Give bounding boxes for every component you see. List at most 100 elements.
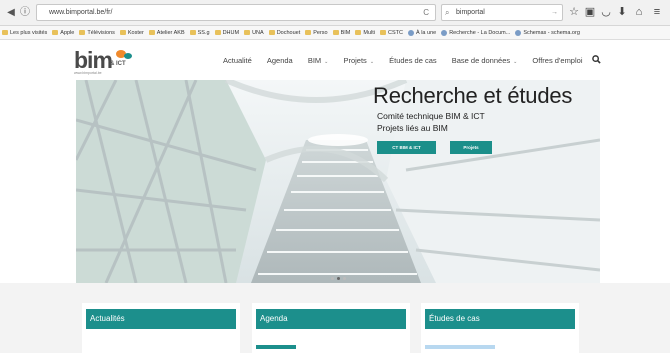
bookmark-label: Koster	[127, 30, 144, 36]
globe-icon	[408, 29, 414, 36]
card-etudes-heading[interactable]: Études de cas	[425, 309, 575, 329]
bookmark-label: Atelier AKB	[156, 30, 185, 36]
site-logo[interactable]: bim & ICT www.bimportal.be	[74, 49, 138, 75]
card-actualites-heading[interactable]: Actualités	[86, 309, 236, 329]
projets-button[interactable]: Projets	[450, 141, 492, 154]
star-icon[interactable]: ☆	[567, 5, 581, 19]
folder-icon	[268, 30, 275, 36]
content-section: Actualités Agenda Études de cas	[0, 283, 670, 353]
folder-icon	[355, 30, 362, 36]
bookmark-item[interactable]: BIM	[332, 26, 351, 39]
bookmark-item[interactable]: Atelier AKB	[148, 26, 185, 39]
bookmark-item[interactable]: Perso	[305, 26, 328, 39]
bookmark-label: Télévisions	[87, 30, 115, 36]
folder-icon	[2, 30, 8, 36]
logo-subtext: www.bimportal.be	[74, 71, 102, 75]
bookmark-item[interactable]: Les plus visités	[2, 26, 48, 39]
folder-icon	[52, 30, 59, 36]
bookmark-item[interactable]: UNA	[244, 26, 264, 39]
carousel-dots	[331, 267, 349, 283]
bookmark-item[interactable]: Apple	[52, 26, 75, 39]
bookmark-item[interactable]: DHUM	[214, 26, 239, 39]
folder-icon	[380, 30, 387, 36]
globe-icon	[515, 29, 522, 36]
folder-icon	[148, 30, 155, 36]
bookmark-label: À la une	[416, 30, 437, 36]
nav-projets-label: Projets	[343, 56, 367, 65]
search-query: bimportal	[456, 9, 485, 16]
carousel-dot-active[interactable]	[337, 277, 340, 280]
browser-toolbar: ◀ ⓘ www.bimportal.be/fr/ C ⌕ bimportal →…	[0, 0, 670, 26]
info-icon[interactable]: ⓘ	[18, 6, 32, 20]
carousel-dot[interactable]	[331, 277, 334, 280]
folder-icon	[119, 30, 126, 36]
bookmark-item[interactable]: CSTC	[380, 26, 403, 39]
bookmark-item[interactable]: Recherche - La Docum...	[441, 26, 511, 39]
address-bar[interactable]: www.bimportal.be/fr/ C	[36, 4, 436, 21]
search-go-icon[interactable]: →	[551, 5, 558, 20]
nav-bim-label: BIM	[307, 56, 322, 65]
pocket-icon[interactable]: ◡	[599, 5, 613, 19]
ct-bim-ict-button[interactable]: CT BIM & ICT	[377, 141, 436, 154]
bookmark-item[interactable]: Koster	[119, 26, 144, 39]
url-text: www.bimportal.be/fr/	[49, 9, 113, 16]
card-actualites: Actualités	[82, 303, 240, 353]
folder-icon	[305, 30, 312, 36]
bookmark-label: UNA	[252, 30, 264, 36]
clipboard-icon[interactable]: ▣	[583, 5, 597, 19]
agenda-date-bar	[256, 345, 296, 349]
bookmark-item[interactable]: Multi	[355, 26, 375, 39]
nav-agenda[interactable]: Agenda	[267, 56, 293, 65]
download-icon[interactable]: ⬇	[615, 5, 629, 19]
bookmark-item[interactable]: Schemas - schema.org	[515, 26, 580, 39]
logo-text: bim	[74, 47, 113, 73]
nav-actualite[interactable]: Actualité	[223, 56, 252, 65]
bookmark-item[interactable]: À la une	[408, 26, 437, 39]
nav-bim[interactable]: BIM ⌄	[308, 56, 329, 65]
hero-subtitle-2: Projets liés au BIM	[377, 123, 448, 133]
bookmarks-bar: Les plus visités Apple Télévisions Koster At…	[0, 26, 670, 40]
chevron-down-icon: ⌄	[324, 59, 329, 65]
search-icon[interactable]	[592, 55, 601, 64]
menu-icon[interactable]: ≡	[650, 5, 664, 19]
folder-icon	[189, 30, 196, 36]
folder-icon	[332, 30, 339, 36]
back-icon[interactable]: ◀	[4, 6, 18, 20]
hero-title: Recherche et études	[373, 83, 573, 108]
nav-emploi[interactable]: Offres d'emploi	[532, 56, 582, 65]
nav-bases[interactable]: Base de données ⌄	[452, 56, 518, 65]
bookmark-label: Schemas - schema.org	[523, 30, 580, 36]
folder-icon	[214, 30, 221, 36]
home-icon[interactable]: ⌂	[632, 5, 646, 19]
carousel-dot[interactable]	[343, 277, 346, 280]
chevron-down-icon: ⌄	[513, 59, 518, 65]
etudes-image-bar	[425, 345, 495, 349]
bookmark-label: SS.g	[197, 30, 210, 36]
bookmark-label: Dochouet	[276, 30, 301, 36]
site-header: bim & ICT www.bimportal.be Actualité Age…	[0, 40, 670, 80]
nav-bases-label: Base de données	[451, 56, 511, 65]
main-menu: Actualité Agenda BIM ⌄ Projets ⌄ Études de…	[223, 56, 596, 65]
bookmark-label: CSTC	[388, 30, 403, 36]
bookmark-label: BIM	[340, 30, 351, 36]
bookmark-label: Les plus visités	[10, 30, 48, 36]
bookmark-label: Perso	[313, 30, 328, 36]
bookmark-item[interactable]: Dochouet	[268, 26, 301, 39]
globe-icon	[441, 29, 448, 36]
hero-subtitle-1: Comité technique BIM & ICT	[377, 111, 485, 121]
card-agenda-heading[interactable]: Agenda	[256, 309, 406, 329]
nav-projets[interactable]: Projets ⌄	[343, 56, 374, 65]
logo-ict: & ICT	[110, 61, 126, 67]
search-icon: ⌕	[445, 8, 450, 17]
nav-etudes[interactable]: Études de cas	[389, 56, 437, 65]
chevron-down-icon: ⌄	[369, 59, 375, 65]
bookmark-label: Apple	[60, 30, 75, 36]
bookmark-item[interactable]: SS.g	[189, 26, 210, 39]
card-agenda: Agenda	[252, 303, 410, 353]
bookmark-label: Recherche - La Docum...	[449, 30, 511, 36]
logo-bubble-teal	[124, 53, 132, 59]
search-bar[interactable]: ⌕ bimportal →	[441, 4, 563, 21]
reload-icon[interactable]: C	[423, 5, 429, 20]
folder-icon	[79, 30, 86, 36]
bookmark-item[interactable]: Télévisions	[79, 26, 115, 39]
